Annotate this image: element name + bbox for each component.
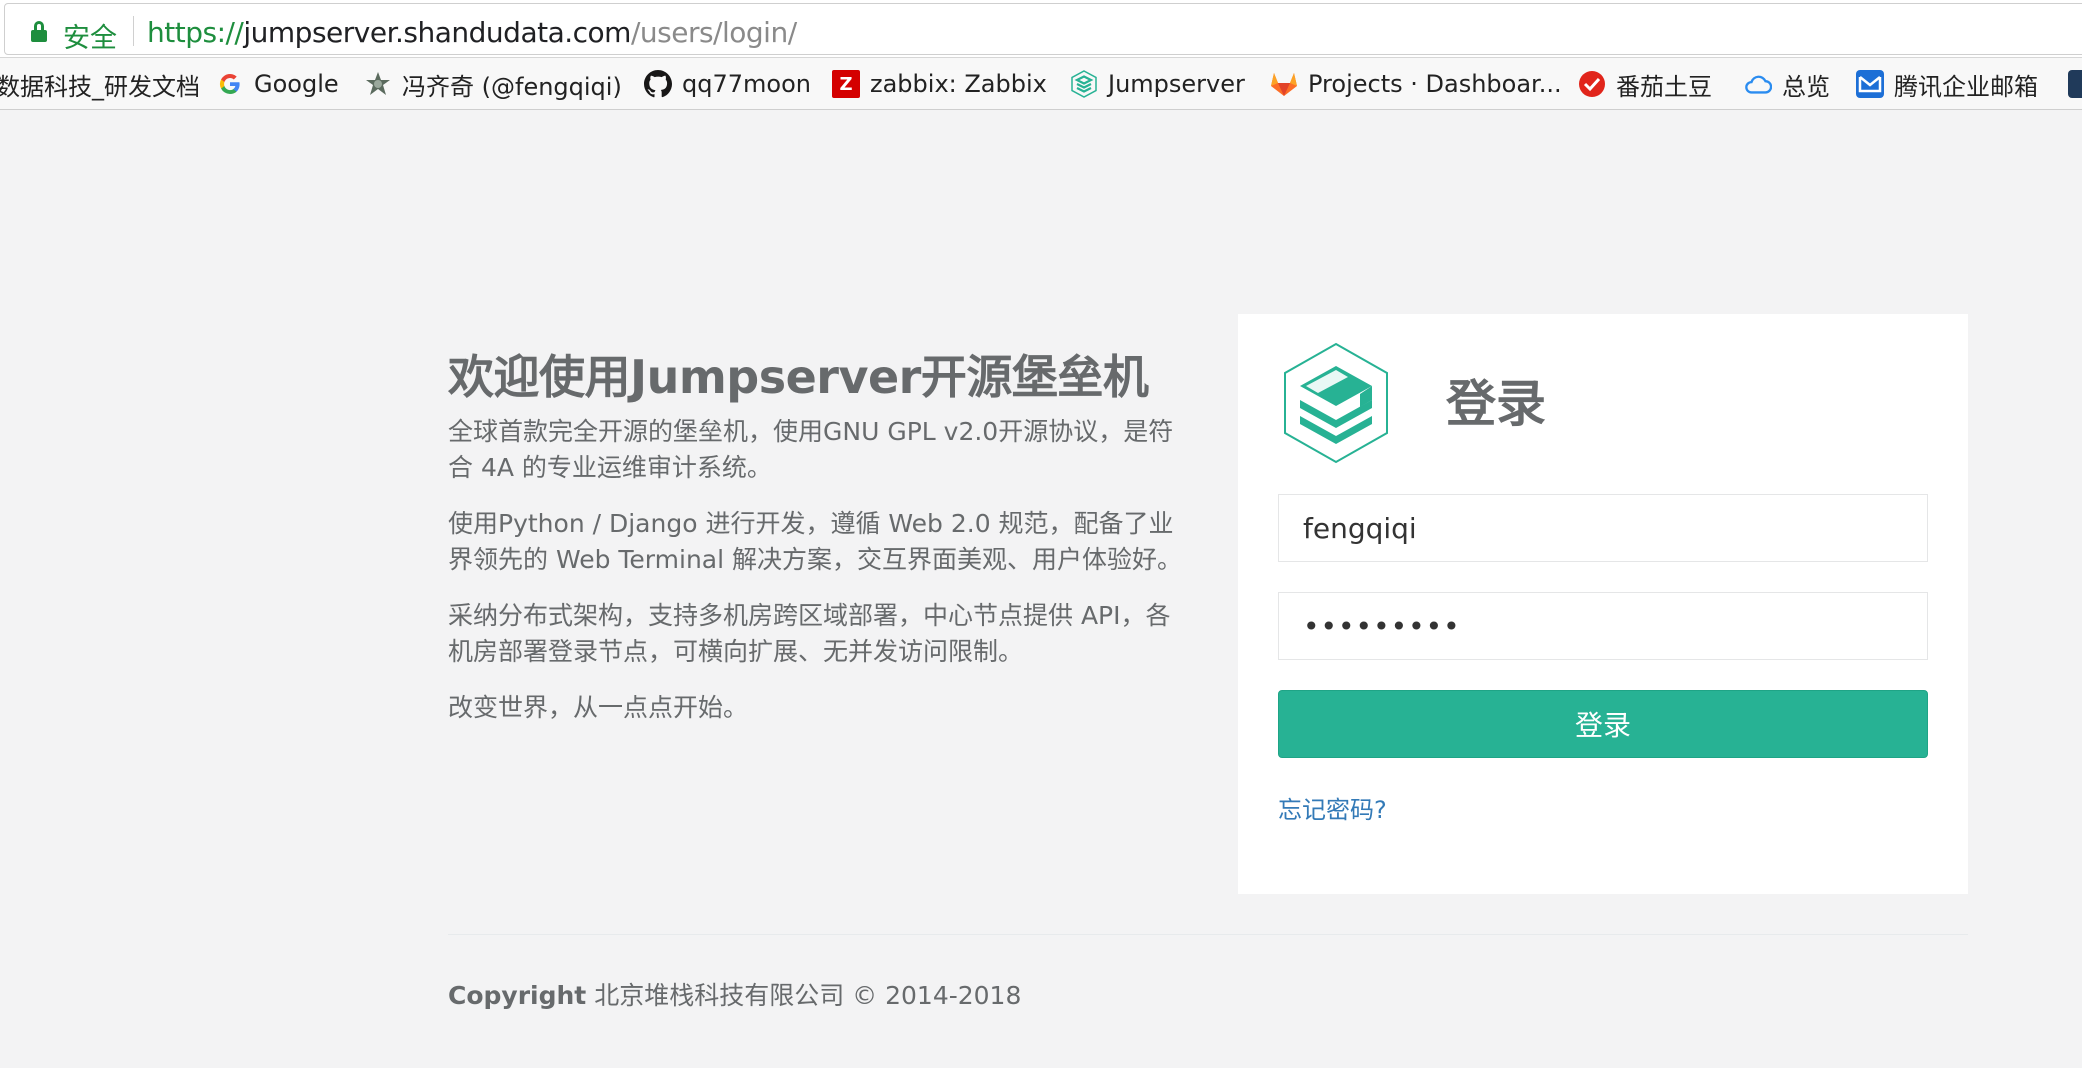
footer-divider: [448, 934, 1968, 935]
tomato-icon: [1578, 70, 1606, 98]
secure-label[interactable]: 安全: [63, 16, 117, 55]
bookmark-label: 番茄土豆: [1616, 72, 1712, 101]
bookmark-item[interactable]: 番茄土豆: [1578, 68, 1712, 101]
url-text[interactable]: https://jumpserver.shandudata.com/users/…: [147, 16, 797, 49]
intro-paragraph: 全球首款完全开源的堡垒机，使用GNU GPL v2.0开源协议，是符合 4A 的…: [448, 417, 1174, 482]
bookmark-item[interactable]: Google: [216, 68, 339, 100]
gitlab-icon: [1270, 70, 1298, 98]
url-scheme: https://: [147, 16, 244, 49]
bookmark-label: Projects · Dashboar...: [1308, 70, 1562, 98]
bookmark-item[interactable]: 冯齐奇 (@fengqiqi): [364, 68, 622, 101]
bookmark-item[interactable]: 总览: [1744, 68, 1830, 101]
bookmark-item[interactable]: Z zabbix: Zabbix: [832, 68, 1047, 100]
bookmark-item[interactable]: Projects · Dashboar...: [1270, 68, 1562, 100]
login-button[interactable]: 登录: [1278, 690, 1928, 758]
avatar-icon: [364, 70, 392, 98]
copyright-label: Copyright: [448, 981, 587, 1010]
bookmark-overflow[interactable]: [2068, 68, 2082, 100]
bookmark-label: 腾讯企业邮箱: [1894, 72, 2038, 101]
url-path: /users/login/: [630, 16, 797, 49]
intro-paragraph: 采纳分布式架构，支持多机房跨区域部署，中心节点提供 API，各机房部署登录节点，…: [448, 601, 1171, 666]
forgot-password-link[interactable]: 忘记密码?: [1278, 790, 1387, 825]
jumpserver-logo-icon: [1282, 342, 1390, 464]
lock-icon[interactable]: [31, 21, 47, 42]
bookmark-label: zabbix: Zabbix: [870, 70, 1047, 98]
intro-section: 欢迎使用Jumpserver开源堡垒机 全球首款完全开源的堡垒机，使用GNU G…: [448, 348, 1188, 726]
mail-icon: [1856, 70, 1884, 98]
address-bar: 安全 https://jumpserver.shandudata.com/use…: [0, 0, 2082, 58]
username-input[interactable]: fengqiqi: [1278, 494, 1928, 562]
bookmark-label: 冯齐奇 (@fengqiqi): [402, 72, 622, 101]
bookmark-label: qq77moon: [682, 70, 811, 98]
bookmark-item[interactable]: 数据科技_研发文档: [0, 68, 200, 101]
login-panel: 登录 fengqiqi ••••••••• 登录 忘记密码?: [1238, 314, 1968, 894]
welcome-title: 欢迎使用Jumpserver开源堡垒机: [448, 350, 1149, 404]
intro-paragraph: 使用Python / Django 进行开发，遵循 Web 2.0 规范，配备了…: [448, 509, 1182, 574]
bookmark-label: Google: [254, 70, 339, 98]
bookmark-item[interactable]: qq77moon: [644, 68, 811, 100]
bookmark-label: Jumpserver: [1108, 70, 1245, 98]
intro-paragraph: 改变世界，从一点点开始。: [448, 693, 749, 722]
footer: Copyright 北京堆栈科技有限公司 © 2014-2018: [448, 976, 1021, 1012]
terminal-icon: [2068, 70, 2082, 98]
jumpserver-icon: [1070, 70, 1098, 98]
url-separator: [133, 16, 134, 46]
bookmark-item[interactable]: Jumpserver: [1070, 68, 1245, 100]
url-host: jumpserver.shandudata.com: [243, 16, 631, 49]
bookmark-item[interactable]: 腾讯企业邮箱: [1856, 68, 2038, 101]
copyright-text: 北京堆栈科技有限公司 © 2014-2018: [586, 981, 1022, 1010]
cloud-icon: [1744, 70, 1772, 98]
google-icon: [216, 70, 244, 98]
bookmarks-bar: 数据科技_研发文档 Google 冯齐奇 (@fengqiqi) qq77moo…: [0, 58, 2082, 110]
url-box[interactable]: 安全 https://jumpserver.shandudata.com/use…: [4, 3, 2082, 55]
bookmark-label: 总览: [1782, 72, 1830, 101]
zabbix-icon: Z: [832, 70, 860, 98]
login-title: 登录: [1446, 375, 1546, 433]
github-icon: [644, 70, 672, 98]
password-input[interactable]: •••••••••: [1278, 592, 1928, 660]
bookmark-label: 数据科技_研发文档: [0, 72, 200, 101]
